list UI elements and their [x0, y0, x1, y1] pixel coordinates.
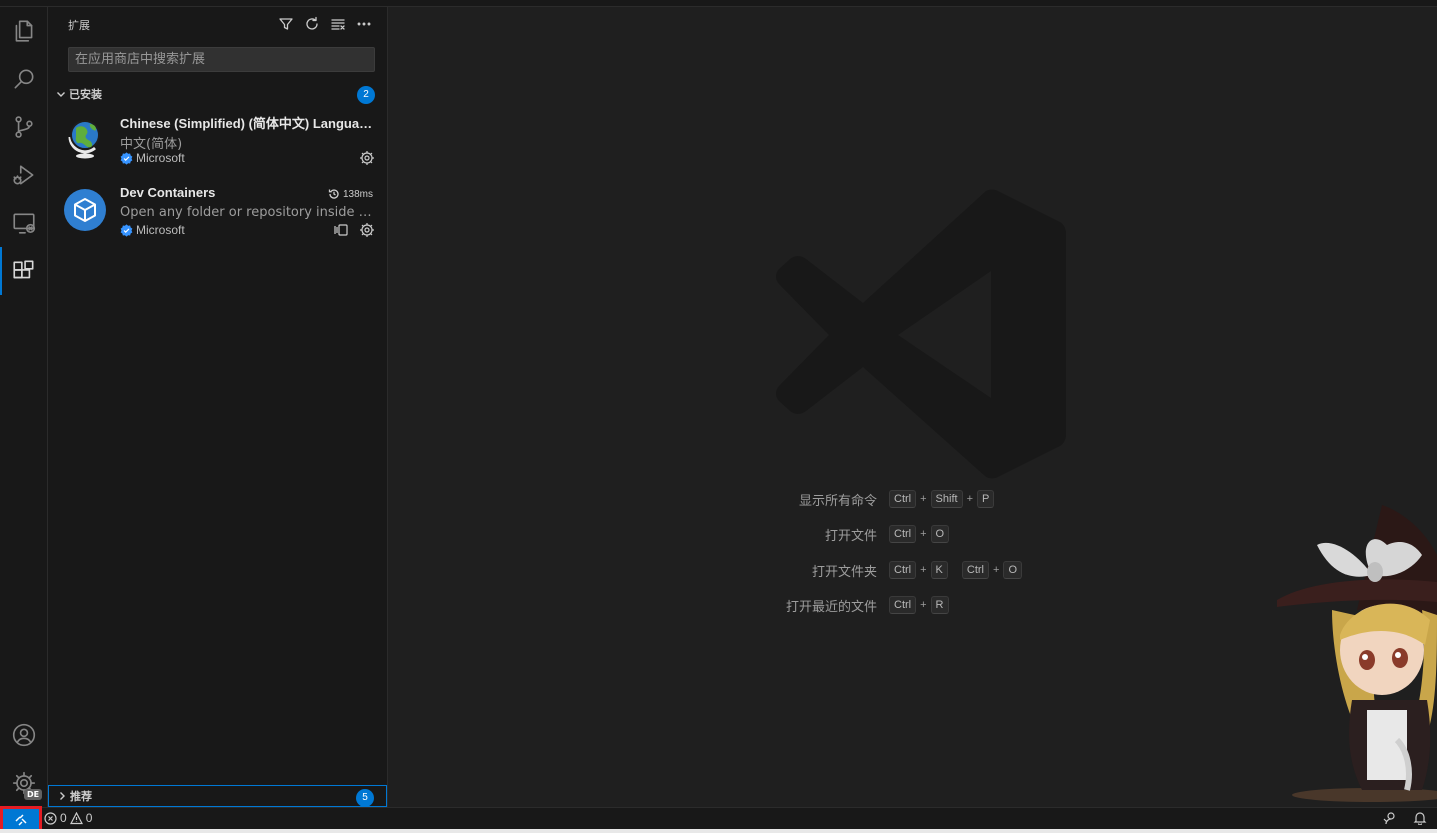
extensions-sidebar: 扩展 在应用商店中搜索扩展 已安装 2 Chinese (Simplified)… [48, 7, 388, 807]
error-icon [44, 811, 57, 825]
sidebar-header: 扩展 [48, 7, 387, 42]
key: O [1003, 561, 1022, 579]
explorer-icon[interactable] [0, 7, 48, 55]
history-icon [328, 189, 339, 199]
extension-description: 中文(简体) [120, 137, 183, 152]
installed-section-header[interactable]: 已安装 2 [48, 83, 387, 105]
key: K [930, 561, 948, 579]
notifications-bell-icon[interactable] [1413, 811, 1427, 830]
shortcut-label: 打开最近的文件 [785, 599, 877, 615]
recommended-label: 推荐 [70, 790, 92, 803]
recommended-section-header[interactable]: 推荐 5 [48, 785, 387, 807]
keybinding: Ctrl + O [889, 525, 950, 543]
key: Ctrl [889, 525, 917, 543]
keybinding: Ctrl + R [889, 596, 949, 614]
remote-explorer-icon[interactable] [0, 199, 48, 247]
keybinding: Ctrl + Shift + P [889, 490, 995, 508]
key: Ctrl [889, 490, 917, 508]
vscode-logo-watermark [776, 189, 1066, 479]
key: O [930, 525, 950, 543]
account-badge: DE [24, 789, 43, 800]
installed-count-badge: 2 [357, 86, 375, 104]
manage-extension-gear-icon[interactable] [359, 222, 375, 238]
account-icon[interactable] [0, 711, 48, 759]
vscode-window: DE 扩展 在应用商店中搜索扩展 已安装 2 Chinese (Simplifi… [0, 0, 1437, 833]
more-actions-icon[interactable] [355, 15, 373, 33]
keybinding: Ctrl + K Ctrl + O [889, 561, 1022, 579]
window-bottom-edge [0, 829, 1437, 833]
search-icon[interactable] [0, 55, 48, 103]
recommended-count-badge: 5 [356, 789, 374, 807]
extension-item-chinese[interactable]: Chinese (Simplified) (简体中文) Language Pac… [48, 107, 387, 177]
extension-description: Open any folder or repository inside a D… [120, 205, 376, 220]
globe-icon [68, 120, 100, 159]
sidebar-title: 扩展 [68, 19, 90, 32]
remote-indicator-button[interactable] [0, 806, 42, 833]
warning-icon [69, 811, 83, 824]
refresh-icon[interactable] [303, 15, 321, 33]
filter-icon[interactable] [277, 15, 295, 33]
extension-publisher: Microsoft [120, 151, 185, 165]
error-count: 0 [60, 811, 67, 825]
clear-results-icon[interactable] [329, 15, 347, 33]
key: P [977, 490, 995, 508]
activation-time: 138ms [328, 188, 373, 200]
remote-icon [15, 813, 27, 826]
publisher-name: Microsoft [136, 151, 185, 165]
manage-gear-icon[interactable]: DE [0, 759, 48, 807]
key: Ctrl [961, 561, 989, 579]
chevron-right-icon [54, 788, 70, 804]
source-control-icon[interactable] [0, 103, 48, 151]
activity-bar: DE [0, 7, 48, 807]
manage-extension-gear-icon[interactable] [359, 150, 375, 166]
verified-badge-icon [120, 151, 133, 165]
publisher-name: Microsoft [136, 223, 185, 237]
extension-name: Chinese (Simplified) (简体中文) Language Pac… [120, 116, 380, 131]
remote-workspace-icon[interactable] [333, 222, 349, 238]
extension-item-dev-containers[interactable]: Dev Containers 138ms Open any folder or … [48, 179, 387, 249]
chevron-down-icon [53, 86, 69, 102]
extension-publisher: Microsoft [120, 223, 185, 237]
key: Ctrl [889, 596, 917, 614]
key: Ctrl [889, 561, 917, 579]
warning-count: 0 [85, 811, 93, 825]
cube-icon [64, 189, 106, 231]
shortcut-label: 打开文件 [824, 528, 877, 544]
title-bar [0, 0, 1437, 7]
activation-time-value: 138ms [342, 188, 373, 200]
shortcut-label: 打开文件夹 [811, 564, 877, 580]
problems-indicator[interactable]: 0 0 [44, 811, 92, 825]
shortcut-label: 显示所有命令 [798, 493, 877, 509]
key: Shift [930, 490, 963, 508]
status-bar: 0 0 [0, 806, 1437, 833]
verified-badge-icon [120, 223, 133, 237]
key: R [930, 596, 949, 614]
anime-character-background-image [1277, 505, 1437, 802]
installed-label: 已安装 [69, 88, 102, 101]
accounts-feedback-icon[interactable] [1383, 811, 1397, 830]
run-debug-icon[interactable] [0, 151, 48, 199]
extension-search-input[interactable]: 在应用商店中搜索扩展 [68, 47, 375, 72]
extensions-icon[interactable] [0, 247, 48, 295]
